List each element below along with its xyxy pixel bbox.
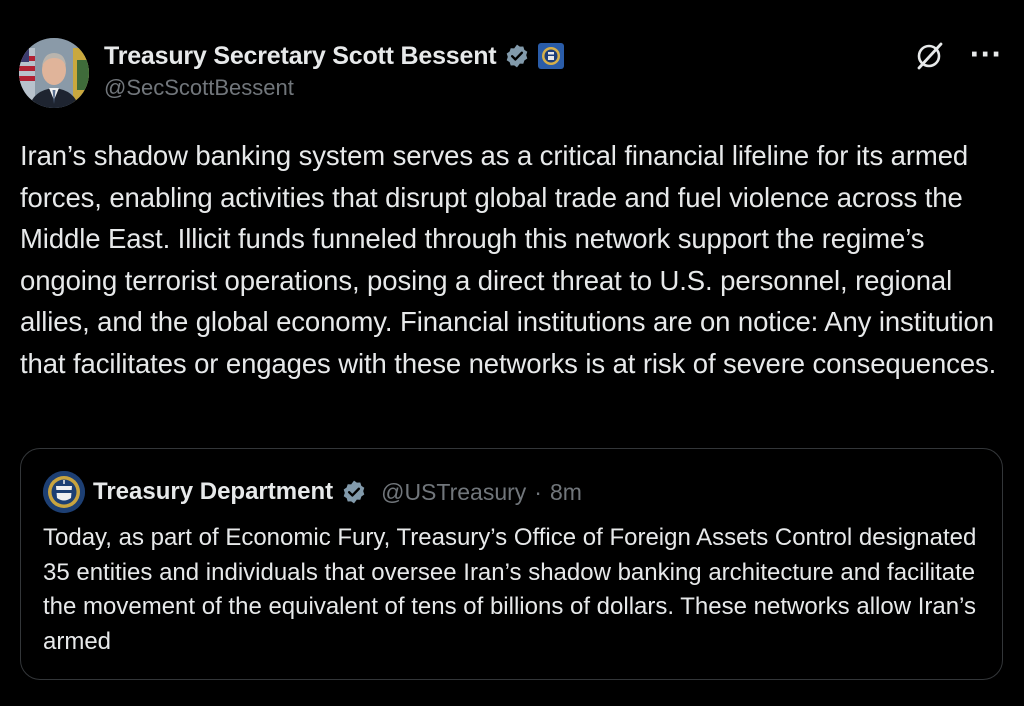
quoted-post-header: Treasury Department @USTreasury · 8m <box>43 471 582 513</box>
author-handle[interactable]: @SecScottBessent <box>104 75 294 101</box>
quoted-post-text: Today, as part of Economic Fury, Treasur… <box>43 524 977 656</box>
author-name[interactable]: Treasury Secretary Scott Bessent <box>104 42 497 71</box>
grok-icon[interactable] <box>913 38 947 72</box>
quoted-timestamp[interactable]: 8m <box>550 479 582 506</box>
quoted-author-name[interactable]: Treasury Department <box>93 478 333 506</box>
verified-badge-icon[interactable] <box>504 43 530 69</box>
treasury-seal-icon[interactable] <box>538 43 565 69</box>
post-actions-top: ··· <box>913 38 1002 72</box>
more-icon[interactable]: ··· <box>969 42 1002 68</box>
quoted-author-avatar[interactable] <box>43 471 85 513</box>
post-text: Iran’s shadow banking system serves as a… <box>20 140 997 379</box>
author-avatar[interactable] <box>19 38 89 108</box>
post-card[interactable]: Treasury Secretary Scott Bessent @SecSco… <box>0 0 1024 706</box>
quoted-author-handle[interactable]: @USTreasury <box>381 479 526 506</box>
quoted-separator: · <box>534 478 542 505</box>
quoted-verified-badge-icon[interactable] <box>341 479 367 505</box>
quoted-post[interactable]: Treasury Department @USTreasury · 8m Tod… <box>20 448 1003 680</box>
author-line: Treasury Secretary Scott Bessent <box>104 38 565 74</box>
